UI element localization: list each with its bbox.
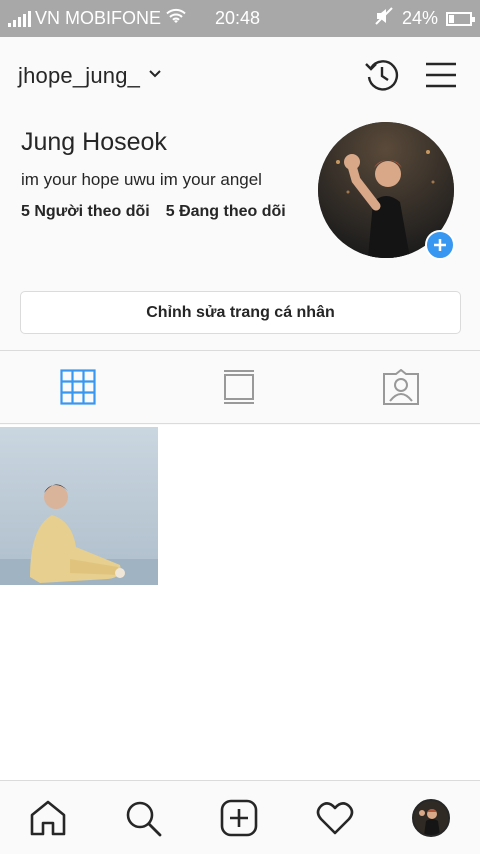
battery-icon [446, 11, 475, 26]
signal-icon [8, 10, 31, 27]
followers-count[interactable]: 5 Người theo dõi [21, 203, 150, 221]
posts-grid [0, 425, 480, 780]
home-icon[interactable] [27, 797, 69, 839]
mute-icon [374, 6, 394, 31]
menu-icon[interactable] [421, 55, 461, 95]
activity-heart-icon[interactable] [314, 797, 356, 839]
feed-icon[interactable] [219, 367, 259, 407]
add-story-button[interactable] [425, 230, 455, 260]
profile-stats: 5 Người theo dõi 5 Đang theo dõi [21, 203, 286, 221]
status-bar: VN MOBIFONE 20:48 24% [0, 0, 480, 37]
profile-tabs [0, 350, 480, 424]
following-count[interactable]: 5 Đang theo dõi [166, 203, 286, 221]
tagged-icon[interactable] [381, 367, 421, 407]
bottom-navigation [0, 780, 480, 854]
profile-tab[interactable] [410, 797, 452, 839]
new-post-icon[interactable] [218, 797, 260, 839]
carrier-name: VN MOBIFONE [35, 8, 162, 28]
username: jhope_jung_ [18, 63, 141, 88]
grid-icon[interactable] [58, 367, 98, 407]
plus-icon [434, 239, 446, 251]
archive-clock-icon[interactable] [362, 55, 402, 95]
profile-name: Jung Hoseok [21, 128, 167, 156]
edit-profile-button[interactable]: Chỉnh sửa trang cá nhân [20, 291, 461, 334]
search-icon[interactable] [122, 797, 164, 839]
post-thumbnail[interactable] [0, 427, 158, 585]
chevron-down-icon [148, 67, 162, 86]
profile-header: jhope_jung_ [0, 37, 480, 113]
clock: 20:48 [215, 8, 261, 28]
profile-bio: im your hope uwu im your angel [21, 170, 262, 189]
nav-profile-avatar [412, 799, 450, 837]
wifi-icon [165, 7, 187, 30]
account-switcher[interactable]: jhope_jung_ [18, 63, 162, 89]
battery-percent: 24% [401, 8, 438, 28]
